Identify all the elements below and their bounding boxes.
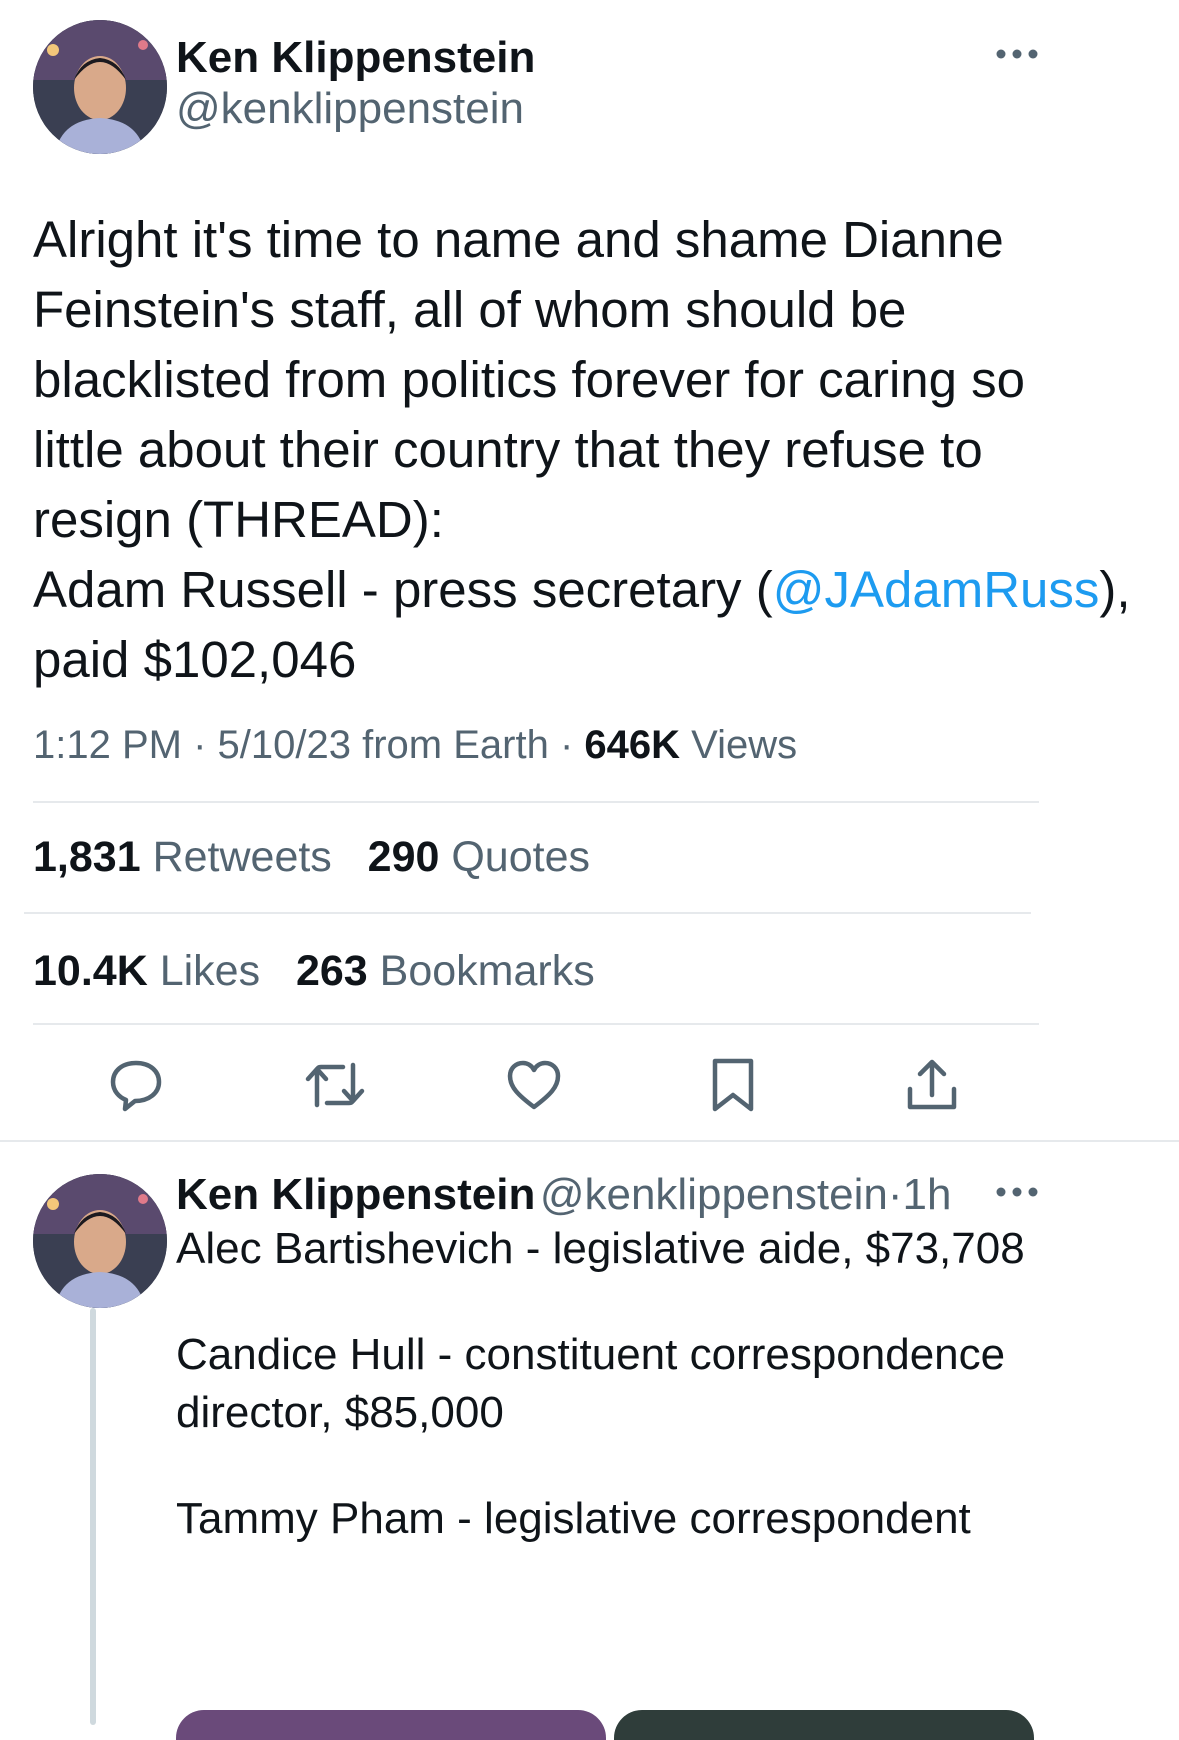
likes-stat[interactable]: 10.4K Likes [33, 947, 260, 995]
share-icon [907, 1059, 957, 1110]
stats-row-likes: 10.4K Likes 263 Bookmarks [33, 947, 595, 996]
reply-text-line: director, $85,000 [176, 1388, 504, 1437]
media-thumbnail[interactable] [614, 1710, 1034, 1740]
tweet-text-line: Adam Russell - press secretary (@JAdamRu… [33, 555, 1143, 625]
tweet-time[interactable]: 1:12 PM [33, 723, 182, 767]
share-button[interactable] [897, 1050, 967, 1120]
tweet-text-line: Alright it's time to name and shame Dian… [33, 211, 1004, 268]
retweets-count: 1,831 [33, 833, 141, 881]
reply-author-handle[interactable]: @kenklippenstein [540, 1170, 888, 1219]
reply-author-avatar[interactable] [33, 1174, 167, 1308]
reply-header: Ken Klippenstein @kenklippenstein·1h [176, 1170, 951, 1220]
tweet-text-segment: Adam Russell - press secretary ( [33, 561, 773, 618]
reply-age[interactable]: 1h [902, 1170, 951, 1219]
more-options-icon[interactable] [995, 44, 1075, 68]
reply-text-line: Alec Bartishevich - legislative aide, $7… [176, 1224, 1025, 1273]
bookmark-button[interactable] [698, 1050, 768, 1120]
tweet-text: Alright it's time to name and shame Dian… [33, 205, 1143, 695]
bookmarks-label: Bookmarks [379, 947, 595, 995]
avatar-image [33, 20, 167, 154]
separator-dot: · [193, 723, 207, 767]
divider [0, 1140, 1179, 1142]
reply-author-name[interactable]: Ken Klippenstein [176, 1170, 535, 1219]
tweet-text-segment: ), [1099, 561, 1131, 618]
tweet-text-line: paid $102,046 [33, 631, 357, 688]
retweet-icon [305, 1062, 365, 1108]
quotes-label: Quotes [451, 833, 590, 881]
bookmark-icon [712, 1058, 754, 1112]
quotes-count: 290 [367, 833, 440, 881]
retweets-stat[interactable]: 1,831 Retweets [33, 833, 332, 881]
reply-text-line: Candice Hull - constituent correspondenc… [176, 1330, 1006, 1379]
tweet-text-line: resign (THREAD): [33, 491, 444, 548]
stats-row-retweets: 1,831 Retweets 290 Quotes [33, 833, 590, 882]
mention-link[interactable]: @JAdamRuss [773, 561, 1100, 618]
reply-button[interactable] [101, 1050, 171, 1120]
reply-text: Alec Bartishevich - legislative aide, $7… [176, 1220, 1136, 1548]
media-thumbnail[interactable] [176, 1710, 606, 1740]
reply-text-line: Tammy Pham - legislative correspondent [176, 1494, 971, 1543]
tweet-text-line: Feinstein's staff, all of whom should be [33, 281, 907, 338]
likes-label: Likes [159, 947, 261, 995]
author-avatar[interactable] [33, 20, 167, 154]
tweet-meta: 1:12 PM · 5/10/23 from Earth · 646K View… [33, 723, 797, 768]
reply-more-options-icon[interactable] [995, 1182, 1075, 1206]
author-handle[interactable]: @kenklippenstein [176, 84, 524, 134]
reply-icon [110, 1060, 162, 1112]
divider [33, 1023, 1039, 1025]
retweet-button[interactable] [300, 1050, 370, 1120]
quotes-stat[interactable]: 290 Quotes [368, 833, 590, 881]
tweet-text-line: blacklisted from politics forever for ca… [33, 351, 1026, 408]
like-icon [507, 1060, 561, 1110]
avatar-image [33, 1174, 167, 1308]
retweets-label: Retweets [152, 833, 332, 881]
bookmarks-count: 263 [295, 947, 368, 995]
tweet-date[interactable]: 5/10/23 from Earth [218, 723, 549, 767]
thread-line [90, 1308, 96, 1725]
author-name[interactable]: Ken Klippenstein [176, 33, 535, 83]
separator-dot: · [559, 723, 574, 767]
like-button[interactable] [499, 1050, 569, 1120]
separator-dot: · [887, 1170, 903, 1219]
likes-count: 10.4K [33, 947, 148, 995]
divider [33, 801, 1039, 803]
divider [24, 912, 1031, 914]
tweet-text-line: little about their country that they ref… [33, 421, 983, 478]
views-count: 646K [584, 723, 681, 767]
bookmarks-stat[interactable]: 263 Bookmarks [296, 947, 595, 995]
views-label: Views [691, 723, 798, 767]
